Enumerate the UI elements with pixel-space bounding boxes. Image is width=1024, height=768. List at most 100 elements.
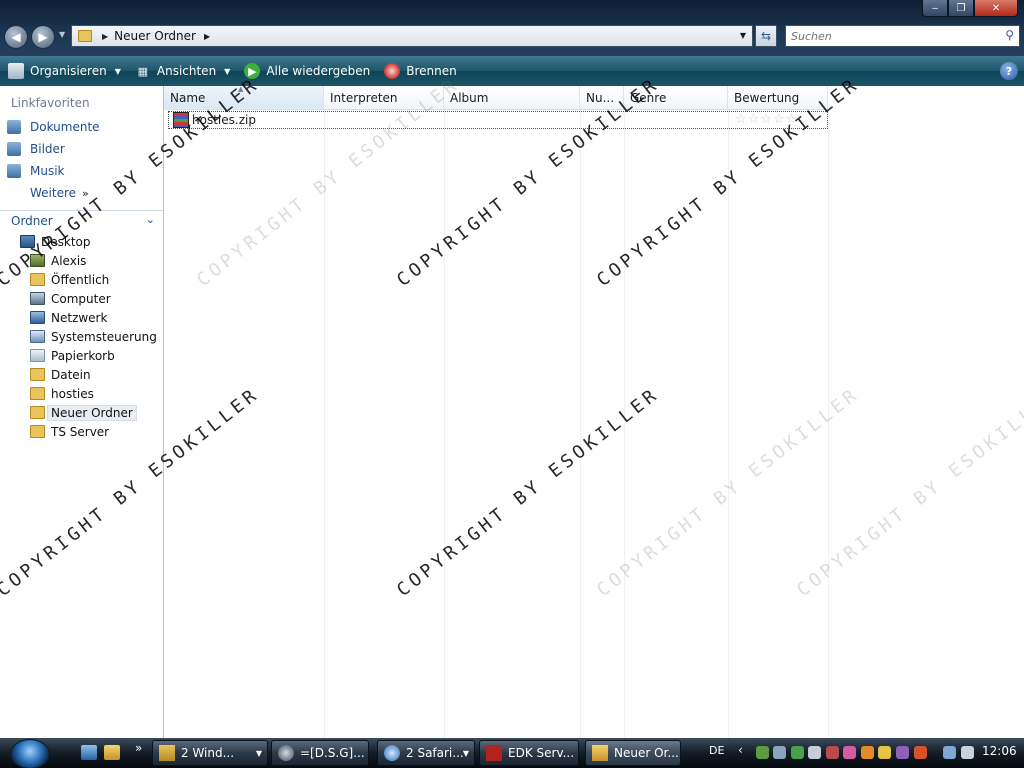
recent-pages-dropdown[interactable]: ▼ xyxy=(59,30,65,39)
favorite-pictures[interactable]: Bilder xyxy=(7,142,65,156)
play-all-button[interactable]: ▶ Alle wiedergeben xyxy=(244,63,370,79)
burn-button[interactable]: Brennen xyxy=(384,63,457,79)
forward-button[interactable]: ▶ xyxy=(31,25,55,49)
star-icon[interactable]: ☆ xyxy=(735,112,747,128)
rating-stars[interactable]: ☆ ☆ ☆ ☆ ☆ xyxy=(735,112,798,128)
star-icon[interactable]: ☆ xyxy=(773,112,785,128)
tray-network-icon[interactable] xyxy=(756,746,769,759)
clock[interactable]: 12:06 xyxy=(982,744,1017,758)
chevron-down-icon: ▼ xyxy=(255,748,262,758)
tree-item-ts-server[interactable]: TS Server xyxy=(0,422,163,441)
tree-item-label: TS Server xyxy=(51,424,110,439)
documents-icon xyxy=(7,120,21,134)
refresh-button[interactable]: ⇆ xyxy=(755,25,777,47)
column-header-number[interactable]: Nu... xyxy=(580,86,624,110)
tree-item-alexis[interactable]: Alexis xyxy=(0,251,163,270)
search-input[interactable] xyxy=(786,26,986,46)
volume-icon[interactable] xyxy=(961,746,974,759)
address-bar[interactable]: ▶ Neuer Ordner ▶ ▼ xyxy=(71,25,753,47)
taskbar-button-windows[interactable]: 2 Wind... ▼ xyxy=(152,740,268,766)
tray-display-icon[interactable] xyxy=(943,746,956,759)
desktop-icon xyxy=(20,235,35,248)
views-button[interactable]: ▦ Ansichten ▼ xyxy=(135,63,231,79)
organize-button[interactable]: Organisieren ▼ xyxy=(8,63,121,79)
tray-messenger-icon[interactable] xyxy=(791,746,804,759)
back-button[interactable]: ◀ xyxy=(4,25,28,49)
search-icon[interactable]: ⚲ xyxy=(1005,28,1014,42)
chevron-down-icon: ▼ xyxy=(114,66,121,76)
column-header-genre[interactable]: Genre xyxy=(624,86,728,110)
tree-item-new-folder[interactable]: Neuer Ordner xyxy=(0,403,163,422)
tray-moon-icon[interactable] xyxy=(878,746,891,759)
organize-icon xyxy=(8,63,24,79)
minimize-button[interactable]: ‒ xyxy=(922,0,948,17)
search-box[interactable]: ⚲ xyxy=(785,25,1020,47)
tray-app-icon[interactable] xyxy=(843,746,856,759)
favorite-label: Weitere xyxy=(30,186,77,200)
tree-item-datein[interactable]: Datein xyxy=(0,365,163,384)
column-header-artists[interactable]: Interpreten xyxy=(324,86,444,110)
tree-item-recycle-bin[interactable]: Papierkorb xyxy=(0,346,163,365)
arrow-left-icon: ◀ xyxy=(11,30,21,44)
file-row[interactable]: hosties.zip ☆ ☆ ☆ ☆ ☆ xyxy=(168,111,828,129)
favorite-documents[interactable]: Dokumente xyxy=(7,120,100,134)
breadcrumb-separator-icon[interactable]: ▶ xyxy=(204,32,210,41)
favorite-label: Dokumente xyxy=(30,120,100,134)
tree-item-network[interactable]: Netzwerk xyxy=(0,308,163,327)
burn-disc-icon xyxy=(384,63,401,79)
language-indicator[interactable]: DE xyxy=(709,744,724,757)
tree-item-desktop[interactable]: Desktop xyxy=(0,232,163,251)
tree-item-label: Netzwerk xyxy=(51,310,108,325)
favorite-more[interactable]: Weitere » xyxy=(30,186,89,200)
taskbar-button-steam[interactable]: =[D.S.G]... xyxy=(271,740,369,766)
tray-app-icon[interactable] xyxy=(826,746,839,759)
favorite-music[interactable]: Musik xyxy=(7,164,65,178)
arrow-right-icon: ▶ xyxy=(38,30,48,44)
tray-steam-icon[interactable] xyxy=(773,746,786,759)
start-button[interactable] xyxy=(10,739,50,768)
show-desktop-icon[interactable] xyxy=(81,745,97,760)
tray-app-icon[interactable] xyxy=(861,746,874,759)
views-icon: ▦ xyxy=(137,64,149,78)
breadcrumb-separator-icon[interactable]: ▶ xyxy=(102,32,108,41)
star-icon[interactable]: ☆ xyxy=(786,112,798,128)
star-icon[interactable]: ☆ xyxy=(760,112,772,128)
chevron-down-icon[interactable]: ▼ xyxy=(740,31,746,40)
tree-item-control-panel[interactable]: Systemsteuerung xyxy=(0,327,163,346)
tray-expand-icon[interactable]: ‹ xyxy=(738,743,743,757)
tree-item-computer[interactable]: Computer xyxy=(0,289,163,308)
folder-icon xyxy=(78,30,92,42)
column-label: Name xyxy=(170,91,206,105)
file-list[interactable]: Name ▲ Interpreten Album Nu... Genre Bew… xyxy=(164,86,1024,738)
taskbar-button-new-folder[interactable]: Neuer Or... xyxy=(585,740,681,766)
network-icon xyxy=(30,311,45,324)
views-label: Ansichten xyxy=(156,64,217,78)
help-button[interactable]: ? xyxy=(1000,62,1018,80)
computer-icon xyxy=(30,292,45,305)
column-header-name[interactable]: Name ▲ xyxy=(164,86,324,110)
tray-app-icon[interactable] xyxy=(914,746,927,759)
media-player-icon[interactable] xyxy=(104,745,120,760)
file-name[interactable]: hosties.zip xyxy=(192,113,256,127)
tray-cloud-icon[interactable] xyxy=(808,746,821,759)
column-divider xyxy=(580,110,581,738)
taskbar-button-filezilla[interactable]: EDK Serv... xyxy=(479,740,579,766)
folder-icon xyxy=(30,368,45,381)
control-panel-icon xyxy=(30,330,45,343)
folder-icon xyxy=(30,387,45,400)
breadcrumb-current[interactable]: Neuer Ordner xyxy=(114,29,196,43)
close-button[interactable]: ✕ xyxy=(974,0,1018,17)
tray-app-icon[interactable] xyxy=(896,746,909,759)
maximize-button[interactable]: ❐ xyxy=(948,0,974,17)
star-icon[interactable]: ☆ xyxy=(748,112,760,128)
tree-item-hosties[interactable]: hosties xyxy=(0,384,163,403)
folders-header[interactable]: Ordner ⌄ xyxy=(0,210,163,230)
chevron-down-icon[interactable]: ⌄ xyxy=(146,213,155,226)
taskbar-label: 2 Safari... xyxy=(406,746,464,760)
tree-item-public[interactable]: Öffentlich xyxy=(0,270,163,289)
column-header-rating[interactable]: Bewertung xyxy=(728,86,828,110)
double-chevron-right-icon: » xyxy=(82,186,89,200)
taskbar-button-safari[interactable]: 2 Safari... ▼ xyxy=(377,740,475,766)
column-header-album[interactable]: Album xyxy=(444,86,580,110)
quick-launch-more-icon[interactable]: » xyxy=(135,741,142,755)
